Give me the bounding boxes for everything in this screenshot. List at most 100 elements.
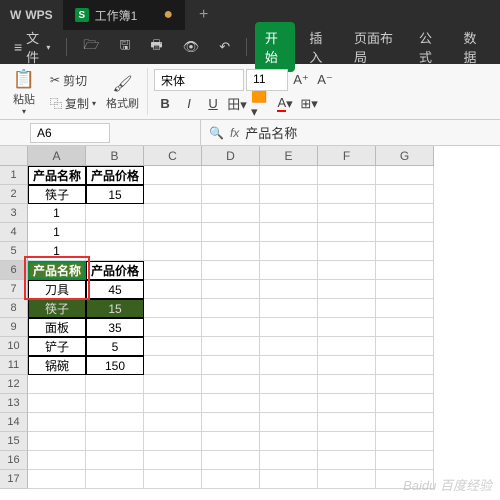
cell[interactable] — [144, 185, 202, 204]
row-header[interactable]: 17 — [0, 470, 28, 489]
row-header[interactable]: 3 — [0, 204, 28, 223]
cell[interactable] — [260, 394, 318, 413]
print-button[interactable]: 🖶 — [142, 32, 170, 62]
menu-button[interactable]: ≡ 文件 ▾ — [6, 24, 58, 70]
cell[interactable]: 45 — [86, 280, 144, 299]
cell[interactable] — [202, 261, 260, 280]
cell[interactable]: 35 — [86, 318, 144, 337]
cell[interactable] — [144, 432, 202, 451]
cell[interactable] — [86, 394, 144, 413]
save-button[interactable]: 🖫 — [111, 32, 138, 62]
cell[interactable] — [318, 223, 376, 242]
cell[interactable] — [28, 432, 86, 451]
cell[interactable] — [144, 356, 202, 375]
cell[interactable] — [202, 223, 260, 242]
cell[interactable] — [376, 204, 434, 223]
cell[interactable] — [202, 166, 260, 185]
row-header[interactable]: 16 — [0, 451, 28, 470]
cell[interactable] — [376, 223, 434, 242]
cell[interactable] — [260, 451, 318, 470]
row-header[interactable]: 13 — [0, 394, 28, 413]
cell[interactable] — [202, 318, 260, 337]
cut-button[interactable]: ✂剪切 — [44, 70, 102, 91]
tab-page-layout[interactable]: 页面布局 — [344, 22, 405, 72]
row-header[interactable]: 2 — [0, 185, 28, 204]
tab-insert[interactable]: 插入 — [299, 22, 340, 72]
new-tab-button[interactable]: + — [185, 6, 222, 24]
cell[interactable] — [28, 375, 86, 394]
cell[interactable]: 150 — [86, 356, 144, 375]
col-header[interactable]: A — [28, 146, 86, 166]
cell[interactable] — [376, 337, 434, 356]
cell[interactable] — [144, 318, 202, 337]
row-header[interactable]: 7 — [0, 280, 28, 299]
cell[interactable] — [86, 375, 144, 394]
font-size-select[interactable]: 11 — [246, 69, 288, 91]
cell[interactable] — [260, 204, 318, 223]
cell[interactable] — [144, 470, 202, 489]
cell[interactable]: 1 — [28, 223, 86, 242]
col-header[interactable]: C — [144, 146, 202, 166]
cell[interactable] — [260, 356, 318, 375]
col-header[interactable]: B — [86, 146, 144, 166]
cell[interactable] — [260, 185, 318, 204]
cell[interactable] — [144, 280, 202, 299]
cell[interactable] — [260, 242, 318, 261]
col-header[interactable]: G — [376, 146, 434, 166]
cell[interactable] — [376, 261, 434, 280]
row-header[interactable]: 6 — [0, 261, 28, 280]
cell[interactable] — [86, 223, 144, 242]
tab-formula[interactable]: 公式 — [409, 22, 450, 72]
cell[interactable] — [376, 451, 434, 470]
document-tab[interactable]: S 工作簿1 ● — [63, 0, 185, 30]
cell[interactable] — [86, 242, 144, 261]
cell[interactable] — [260, 432, 318, 451]
cell[interactable]: 面板 — [28, 318, 86, 337]
cell[interactable] — [260, 261, 318, 280]
cell[interactable] — [144, 375, 202, 394]
cell[interactable] — [318, 375, 376, 394]
col-header[interactable]: F — [318, 146, 376, 166]
cell[interactable] — [376, 280, 434, 299]
cell[interactable] — [318, 451, 376, 470]
cell[interactable]: 15 — [86, 185, 144, 204]
font-name-select[interactable]: 宋体 — [154, 69, 244, 91]
cell[interactable] — [144, 166, 202, 185]
cell-reference-box[interactable]: A6 — [30, 123, 110, 143]
formula-area[interactable]: 🔍 fx 产品名称 — [200, 120, 500, 145]
cell[interactable] — [376, 166, 434, 185]
row-header[interactable]: 1 — [0, 166, 28, 185]
cell[interactable] — [318, 394, 376, 413]
cell[interactable] — [376, 299, 434, 318]
merge-button[interactable]: ⊞▾ — [298, 93, 320, 115]
cell[interactable] — [144, 242, 202, 261]
cell[interactable]: 1 — [28, 204, 86, 223]
cell[interactable]: 5 — [86, 337, 144, 356]
cell[interactable] — [144, 261, 202, 280]
select-all-corner[interactable] — [0, 146, 28, 166]
spreadsheet-grid[interactable]: ABCDEFG 1234567891011121314151617 产品名称产品… — [0, 146, 500, 500]
cell[interactable] — [28, 470, 86, 489]
cell[interactable] — [202, 280, 260, 299]
paste-button[interactable]: 📋 粘贴▾ — [8, 65, 40, 118]
cell[interactable] — [260, 337, 318, 356]
row-header[interactable]: 5 — [0, 242, 28, 261]
cell[interactable] — [318, 280, 376, 299]
cell[interactable]: 刀具 — [28, 280, 86, 299]
tab-data[interactable]: 数据 — [453, 22, 494, 72]
cell[interactable] — [86, 413, 144, 432]
cell[interactable] — [202, 356, 260, 375]
strike-button[interactable]: 田▾ — [226, 93, 248, 115]
cell[interactable] — [260, 299, 318, 318]
cells-area[interactable]: 产品名称产品价格筷子15111产品名称产品价格刀具45筷子15面板35铲子5锅碗… — [28, 166, 434, 489]
cell[interactable] — [376, 432, 434, 451]
tab-start[interactable]: 开始 — [255, 22, 296, 72]
cell[interactable] — [28, 413, 86, 432]
cell[interactable]: 筷子 — [28, 185, 86, 204]
bold-button[interactable]: B — [154, 93, 176, 115]
cell[interactable]: 产品名称 — [28, 166, 86, 185]
cell[interactable] — [376, 318, 434, 337]
cell[interactable]: 铲子 — [28, 337, 86, 356]
cell[interactable] — [260, 470, 318, 489]
cell[interactable] — [376, 413, 434, 432]
